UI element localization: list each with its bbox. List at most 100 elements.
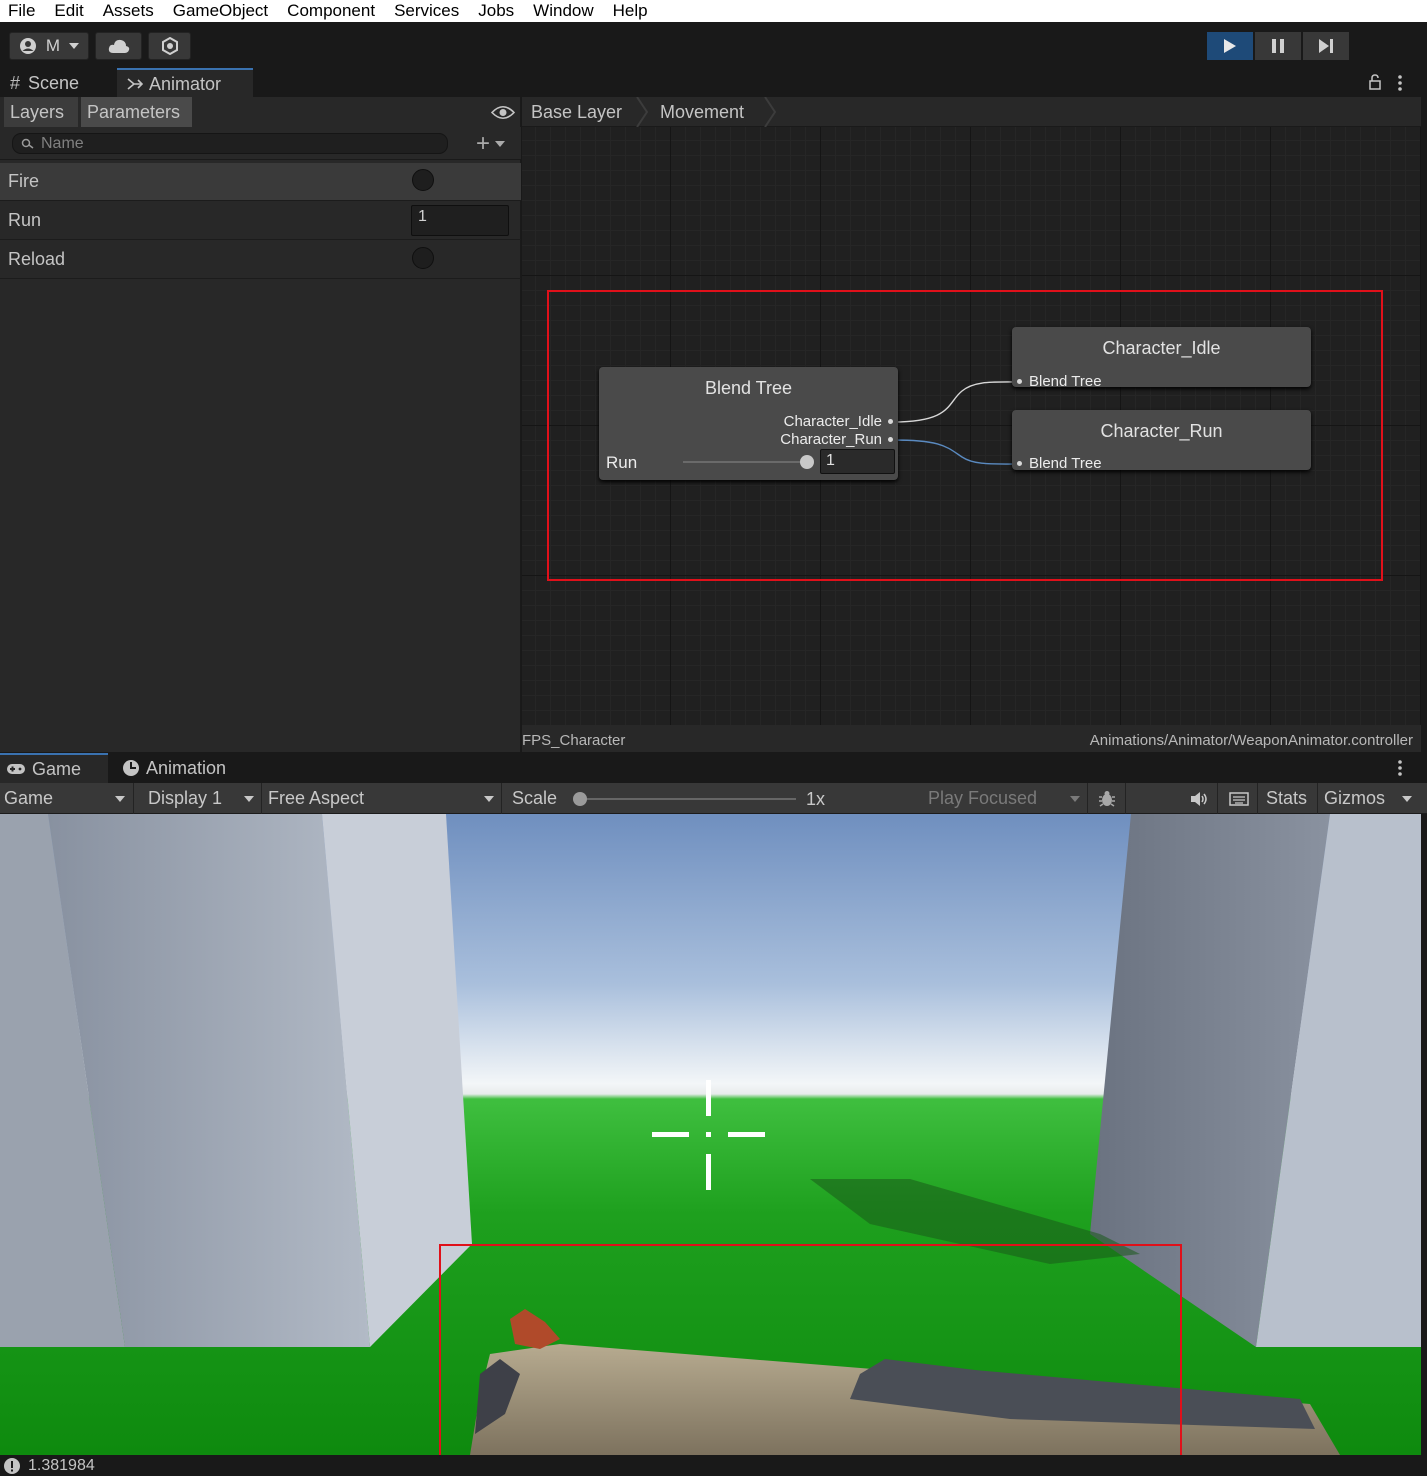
parameter-row-run[interactable]: Run 1 bbox=[0, 202, 521, 240]
motion-node-title: Character_Idle bbox=[1102, 338, 1221, 358]
chevron-down-icon bbox=[69, 43, 80, 49]
account-button[interactable]: M bbox=[9, 32, 89, 60]
stats-button[interactable]: Stats bbox=[1262, 783, 1318, 814]
tab-animator[interactable]: Animator bbox=[117, 68, 253, 98]
breadcrumb-movement[interactable]: Movement bbox=[660, 97, 744, 127]
menu-edit[interactable]: Edit bbox=[46, 1, 94, 21]
bottom-dock-tabs: Game Animation bbox=[0, 753, 1427, 783]
blend-slider-thumb[interactable] bbox=[800, 455, 814, 469]
parameter-name: Fire bbox=[8, 171, 39, 191]
motion-node-character-idle[interactable]: Character_Idle Blend Tree bbox=[1012, 327, 1311, 390]
status-bar[interactable]: 1.381984 bbox=[0, 1455, 1427, 1476]
blend-value-field[interactable]: 1 bbox=[820, 449, 895, 474]
chevron-down-icon bbox=[115, 796, 125, 802]
gizmos-label: Gizmos bbox=[1324, 788, 1386, 808]
trigger-toggle[interactable] bbox=[412, 247, 434, 269]
blend-parameter-label: Run bbox=[606, 453, 638, 472]
step-icon bbox=[1319, 39, 1333, 53]
more-options-icon[interactable] bbox=[1396, 759, 1404, 777]
mute-audio-button[interactable] bbox=[1180, 783, 1218, 814]
blend-slider-track[interactable] bbox=[683, 461, 807, 463]
display-dropdown[interactable]: Display 1 bbox=[144, 783, 262, 814]
output-port[interactable] bbox=[888, 419, 893, 424]
eye-icon[interactable] bbox=[491, 105, 515, 120]
tab-scene-label: Scene bbox=[28, 72, 80, 93]
cloud-icon bbox=[108, 39, 129, 53]
parameter-name: Reload bbox=[8, 249, 66, 269]
tab-animation[interactable]: Animation bbox=[112, 753, 252, 783]
debug-button[interactable] bbox=[1088, 783, 1126, 814]
viewport-edge bbox=[1421, 814, 1427, 1455]
collab-button[interactable] bbox=[148, 32, 191, 60]
input-port[interactable] bbox=[1017, 461, 1022, 466]
menu-window[interactable]: Window bbox=[525, 1, 604, 21]
parameter-row-fire[interactable]: Fire bbox=[0, 163, 521, 201]
crosshair-top bbox=[706, 1080, 711, 1116]
menu-file[interactable]: File bbox=[0, 1, 46, 21]
scale-slider-track[interactable] bbox=[580, 798, 796, 800]
trigger-toggle[interactable] bbox=[412, 169, 434, 191]
main-toolbar: M bbox=[0, 22, 1427, 68]
pause-button[interactable] bbox=[1255, 32, 1301, 60]
parameter-search-input[interactable]: Name bbox=[12, 133, 448, 154]
play-focused-dropdown[interactable]: Play Focused bbox=[924, 783, 1088, 814]
scale-label: Scale bbox=[512, 788, 558, 808]
display-value: Display 1 bbox=[148, 788, 223, 808]
shortcuts-button[interactable] bbox=[1220, 783, 1258, 814]
menu-help[interactable]: Help bbox=[605, 1, 659, 21]
blend-tree-node[interactable]: Blend Tree Character_Idle Character_Run … bbox=[599, 367, 898, 480]
gamepad-icon bbox=[7, 764, 25, 774]
motion-node-character-run[interactable]: Character_Run Blend Tree bbox=[1012, 410, 1311, 472]
motion-node-input: Blend Tree bbox=[1029, 373, 1102, 390]
crosshair-center bbox=[706, 1132, 711, 1137]
motion-node-title: Character_Run bbox=[1100, 421, 1223, 441]
blend-tree-title: Blend Tree bbox=[704, 378, 793, 398]
status-message: 1.381984 bbox=[28, 1456, 95, 1474]
parameter-row-reload[interactable]: Reload bbox=[0, 241, 521, 279]
hash-icon: # bbox=[10, 72, 21, 93]
scale-value: 1x bbox=[806, 789, 826, 809]
menu-services[interactable]: Services bbox=[386, 1, 470, 21]
animator-target-object: FPS_Character bbox=[522, 732, 626, 749]
tab-game[interactable]: Game bbox=[0, 753, 108, 783]
menu-gameobject[interactable]: GameObject bbox=[165, 1, 279, 21]
clock-icon bbox=[123, 760, 139, 776]
menu-component[interactable]: Component bbox=[279, 1, 386, 21]
blend-tree-motion-run: Character_Run bbox=[780, 431, 882, 448]
breadcrumb: Base Layer Movement bbox=[522, 97, 1421, 127]
tab-parameters[interactable]: Parameters bbox=[81, 97, 192, 127]
more-options-icon[interactable] bbox=[1396, 74, 1404, 92]
chevron-down-icon bbox=[484, 796, 494, 802]
step-button[interactable] bbox=[1303, 32, 1349, 60]
play-button[interactable] bbox=[1207, 32, 1253, 60]
play-focused-value: Play Focused bbox=[928, 788, 1038, 808]
aspect-dropdown[interactable]: Free Aspect bbox=[264, 783, 502, 814]
bug-icon bbox=[1098, 790, 1115, 807]
breadcrumb-separator-icon bbox=[764, 97, 776, 127]
tab-layers[interactable]: Layers bbox=[4, 97, 78, 127]
view-mode-dropdown[interactable]: Game bbox=[0, 783, 134, 814]
play-icon bbox=[1224, 39, 1236, 53]
tab-animator-label: Animator bbox=[149, 73, 222, 94]
output-port[interactable] bbox=[888, 437, 893, 442]
plus-icon: + bbox=[476, 130, 491, 157]
animator-icon bbox=[127, 78, 143, 90]
cloud-button[interactable] bbox=[95, 32, 142, 60]
add-parameter-button[interactable]: + bbox=[476, 130, 516, 157]
breadcrumb-base-layer[interactable]: Base Layer bbox=[531, 97, 622, 127]
float-value-field[interactable]: 1 bbox=[411, 205, 509, 236]
animator-graph-canvas[interactable]: Blend Tree Character_Idle Character_Run … bbox=[522, 127, 1421, 725]
tab-scene[interactable]: # Scene bbox=[0, 68, 115, 98]
chevron-down-icon bbox=[244, 796, 254, 802]
search-icon bbox=[21, 138, 34, 149]
input-port[interactable] bbox=[1017, 379, 1022, 384]
speaker-icon bbox=[1190, 791, 1207, 806]
menu-jobs[interactable]: Jobs bbox=[470, 1, 525, 21]
game-viewport[interactable] bbox=[0, 814, 1421, 1455]
chevron-down-icon bbox=[1070, 796, 1080, 802]
animator-controller-path: Animations/Animator/WeaponAnimator.contr… bbox=[1089, 732, 1413, 749]
lock-icon[interactable] bbox=[1368, 74, 1382, 90]
scale-slider-thumb[interactable] bbox=[573, 792, 587, 806]
menu-assets[interactable]: Assets bbox=[95, 1, 165, 21]
gizmos-dropdown[interactable]: Gizmos bbox=[1320, 783, 1420, 814]
